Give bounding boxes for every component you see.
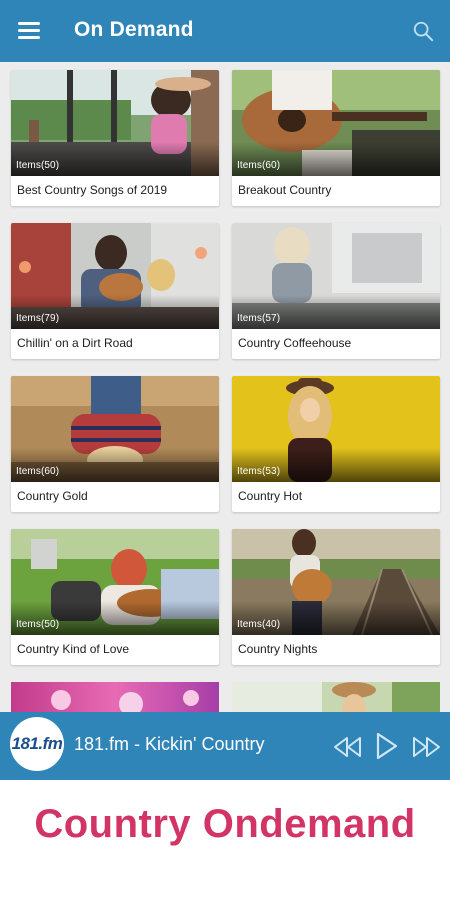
playlist-title: Country Kind of Love <box>17 642 130 656</box>
playlist-card-partial[interactable] <box>232 682 440 712</box>
playlist-title: Country Hot <box>238 489 303 503</box>
playlist-thumbnail: Items(50) <box>11 529 219 635</box>
playlist-title: Breakout Country <box>238 183 332 197</box>
station-logo[interactable]: 181.fm <box>10 717 64 771</box>
page-title: On Demand <box>74 18 194 41</box>
items-count: Items(60) <box>16 466 60 477</box>
playlist-card[interactable]: Items(60) Country Gold <box>11 376 219 512</box>
playlist-title: Chillin' on a Dirt Road <box>17 336 133 350</box>
playlist-thumbnail: Items(79) <box>11 223 219 329</box>
search-icon[interactable] <box>412 20 434 42</box>
playlist-title: Country Coffeehouse <box>238 336 352 350</box>
playlist-grid: Items(50) Best Country Songs of 2019 Ite… <box>0 62 450 712</box>
now-playing-title: 181.fm - Kickin' Country <box>74 734 265 754</box>
playlist-thumbnail: Items(60) <box>11 376 219 482</box>
items-count: Items(79) <box>16 313 60 324</box>
playlist-title: Best Country Songs of 2019 <box>17 183 168 197</box>
playlist-thumbnail: Items(40) <box>232 529 440 635</box>
playlist-title: Country Nights <box>238 642 318 656</box>
playlist-title: Country Gold <box>17 489 88 503</box>
rewind-icon[interactable] <box>334 736 362 758</box>
items-count: Items(40) <box>237 619 281 630</box>
playlist-card[interactable]: Items(57) Country Coffeehouse <box>232 223 440 359</box>
hamburger-menu-icon[interactable] <box>18 22 40 40</box>
playlist-card[interactable]: Items(60) Breakout Country <box>232 70 440 206</box>
items-count: Items(53) <box>237 466 281 477</box>
playlist-thumbnail: Items(60) <box>232 70 440 176</box>
player-bar: 181.fm 181.fm - Kickin' Country <box>0 712 450 780</box>
app-screen: On Demand Items(50) Best Country Songs o… <box>0 0 450 780</box>
items-count: Items(57) <box>237 313 281 324</box>
playlist-thumbnail: Items(53) <box>232 376 440 482</box>
station-logo-text: 181.fm <box>11 734 63 753</box>
items-count: Items(50) <box>16 160 60 171</box>
playlist-thumbnail: Items(50) <box>11 70 219 176</box>
playlist-card[interactable]: Items(40) Country Nights <box>232 529 440 665</box>
play-icon[interactable] <box>376 732 398 760</box>
items-count: Items(60) <box>237 160 281 171</box>
playlist-card[interactable]: Items(50) Best Country Songs of 2019 <box>11 70 219 206</box>
app-bar: On Demand <box>0 0 450 62</box>
playlist-card[interactable]: Items(79) Chillin' on a Dirt Road <box>11 223 219 359</box>
playlist-card-partial[interactable] <box>11 682 219 712</box>
playlist-card[interactable]: Items(53) Country Hot <box>232 376 440 512</box>
playlist-thumbnail: Items(57) <box>232 223 440 329</box>
playlist-card[interactable]: Items(50) Country Kind of Love <box>11 529 219 665</box>
fast-forward-icon[interactable] <box>412 736 440 758</box>
items-count: Items(50) <box>16 619 60 630</box>
promo-caption: Country Ondemand <box>34 802 416 846</box>
